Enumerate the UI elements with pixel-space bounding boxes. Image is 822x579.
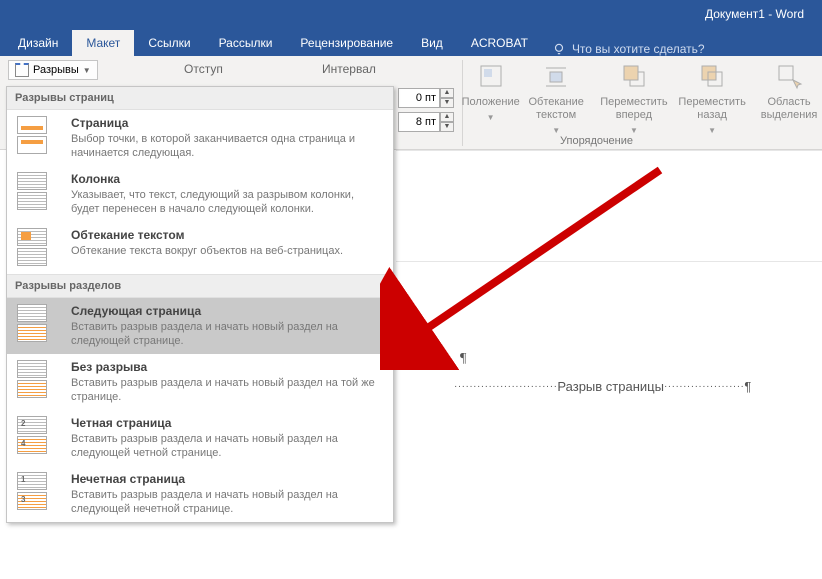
menu-item-page[interactable]: Страница Выбор точки, в которой заканчив… (7, 110, 393, 166)
menu-item-desc: Обтекание текста вокруг объектов на веб-… (71, 244, 385, 258)
tell-me-search[interactable]: Что вы хотите сделать? (542, 42, 705, 56)
spin-up-icon[interactable]: ▲ (440, 88, 454, 98)
dots-left: ··························· (454, 381, 557, 392)
section-evenpage-icon: 24 (17, 416, 57, 456)
chevron-down-icon: ▼ (552, 124, 560, 137)
menu-item-evenpage[interactable]: 24 Четная страница Вставить разрыв разде… (7, 410, 393, 466)
menu-item-continuous[interactable]: Без разрыва Вставить разрыв раздела и на… (7, 354, 393, 410)
text-wrap-break-icon (17, 228, 57, 268)
menu-item-title: Колонка (71, 172, 385, 186)
selection-pane-icon (773, 60, 805, 92)
menu-item-oddpage[interactable]: 13 Нечетная страница Вставить разрыв раз… (7, 466, 393, 522)
page-break-label: Разрыв страницы (557, 379, 664, 394)
menu-item-nextpage[interactable]: Следующая страница Вставить разрыв разде… (7, 298, 393, 354)
arrange-position-label: Положение (462, 96, 520, 109)
menu-item-desc: Вставить разрыв раздела и начать новый р… (71, 432, 385, 460)
menu-heading-section-breaks: Разрывы разделов (7, 274, 393, 298)
tab-links[interactable]: Ссылки (134, 30, 204, 56)
tab-view[interactable]: Вид (407, 30, 457, 56)
document-canvas[interactable]: ¶ ··························· Разрыв стр… (396, 150, 822, 579)
section-oddpage-icon: 13 (17, 472, 57, 512)
position-icon (475, 60, 507, 92)
breaks-label: Разрывы (33, 64, 79, 76)
menu-item-desc: Выбор точки, в которой заканчивается одн… (71, 132, 385, 160)
menu-heading-page-breaks: Разрывы страниц (7, 87, 393, 110)
send-backward-icon (696, 60, 728, 92)
menu-item-desc: Указывает, что текст, следующий за разры… (71, 188, 385, 216)
indent-group-label: Отступ (184, 62, 223, 76)
breaks-icon (15, 63, 29, 77)
menu-item-title: Страница (71, 116, 385, 130)
arrange-sendbackward-label: Переместить назад (678, 96, 745, 122)
menu-item-title: Обтекание текстом (71, 228, 385, 242)
spacing-before-field[interactable]: 0 пт ▲▼ (398, 88, 454, 108)
spin-down-icon[interactable]: ▼ (440, 98, 454, 108)
pilcrow-mark: ¶ (460, 351, 466, 367)
section-nextpage-icon (17, 304, 57, 344)
menu-item-title: Без разрыва (71, 360, 385, 374)
ribbon-tabs: Дизайн Макет Ссылки Рассылки Рецензирова… (0, 28, 822, 56)
page-break-indicator: ··························· Разрыв стран… (454, 379, 751, 394)
tell-me-placeholder: Что вы хотите сделать? (572, 42, 705, 56)
arrange-position-button[interactable]: Положение ▼ (463, 56, 519, 150)
lightbulb-icon (552, 42, 566, 56)
chevron-down-icon: ▼ (487, 111, 495, 124)
tab-review[interactable]: Рецензирование (286, 30, 407, 56)
page-break-icon (17, 116, 57, 156)
menu-item-column[interactable]: Колонка Указывает, что текст, следующий … (7, 166, 393, 222)
spin-down-icon[interactable]: ▼ (440, 122, 454, 132)
menu-item-desc: Вставить разрыв раздела и начать новый р… (71, 376, 385, 404)
bring-forward-icon (618, 60, 650, 92)
spacing-after-field[interactable]: 8 пт ▲▼ (398, 112, 454, 132)
arrange-sendbackward-button[interactable]: Переместить назад ▼ (674, 56, 750, 150)
tab-design[interactable]: Дизайн (4, 30, 72, 56)
spin-up-icon[interactable]: ▲ (440, 112, 454, 122)
breaks-dropdown-menu: Разрывы страниц Страница Выбор точки, в … (6, 86, 394, 523)
chevron-down-icon: ▼ (83, 66, 91, 75)
title-bar: Документ1 - Word (0, 0, 822, 28)
menu-item-title: Следующая страница (71, 304, 385, 318)
wrap-text-icon (540, 60, 572, 92)
spacing-before-value[interactable]: 0 пт (398, 88, 440, 108)
chevron-down-icon: ▼ (708, 124, 716, 137)
section-continuous-icon (17, 360, 57, 400)
menu-item-desc: Вставить разрыв раздела и начать новый р… (71, 488, 385, 516)
arrange-bringforward-label: Переместить вперед (600, 96, 668, 122)
tab-layout[interactable]: Макет (72, 30, 134, 56)
menu-item-textwrap[interactable]: Обтекание текстом Обтекание текста вокру… (7, 222, 393, 274)
dots-right: ····················· (664, 381, 744, 392)
arrange-selectionpane-label: Область выделения (756, 96, 822, 122)
arrange-selectionpane-button[interactable]: Область выделения (750, 56, 822, 150)
arrange-group-label: Упорядочение (560, 135, 633, 147)
breaks-button[interactable]: Разрывы ▼ (8, 60, 98, 80)
column-break-icon (17, 172, 57, 212)
pilcrow-mark: ¶ (744, 379, 751, 394)
menu-item-title: Четная страница (71, 416, 385, 430)
menu-item-title: Нечетная страница (71, 472, 385, 486)
arrange-wraptext-label: Обтекание текстом (525, 96, 588, 122)
spacing-after-value[interactable]: 8 пт (398, 112, 440, 132)
tab-acrobat[interactable]: ACROBAT (457, 30, 542, 56)
tab-mailings[interactable]: Рассылки (205, 30, 287, 56)
spacing-group-label: Интервал (322, 62, 376, 76)
menu-item-desc: Вставить разрыв раздела и начать новый р… (71, 320, 385, 348)
window-title: Документ1 - Word (705, 7, 804, 21)
